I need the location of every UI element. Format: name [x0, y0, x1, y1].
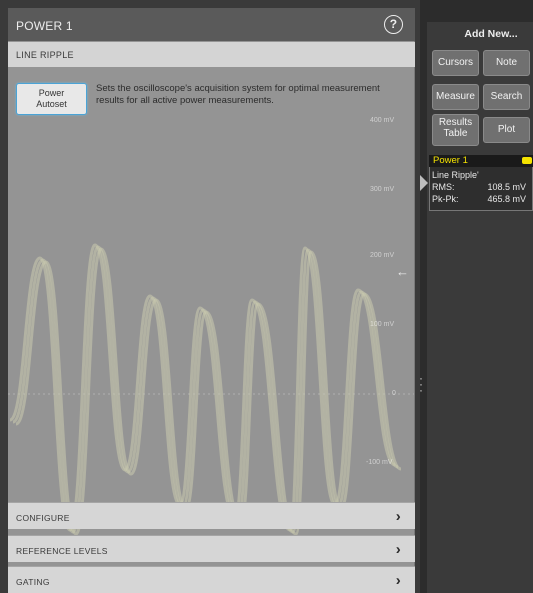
rms-label: RMS: — [432, 182, 455, 192]
chevron-right-icon: › — [395, 508, 401, 525]
rms-row: RMS: 108.5 mV — [432, 181, 532, 193]
search-button[interactable]: Search — [483, 84, 530, 110]
panel-splitter-handle[interactable]: · · · — [418, 372, 424, 396]
chevron-right-icon: › — [395, 572, 401, 589]
cursors-button[interactable]: Cursors — [432, 50, 479, 76]
gating-row[interactable]: GATING › — [8, 566, 415, 593]
power-autoset-label: Power Autoset — [36, 88, 67, 109]
reference-levels-label: REFERENCE LEVELS — [16, 546, 108, 556]
reference-levels-row[interactable]: REFERENCE LEVELS › — [8, 535, 415, 562]
badge-body: Line Ripple' RMS: 108.5 mV Pk-Pk: 465.8 … — [432, 169, 532, 205]
rms-value: 108.5 mV — [487, 182, 526, 192]
badge-pointer — [420, 175, 428, 191]
configure-label: CONFIGURE — [16, 513, 70, 523]
y-tick-label: 200 mV — [370, 252, 395, 259]
panel-title: POWER 1 — [16, 19, 73, 33]
y-tick-label: -100 mV — [366, 459, 393, 466]
plot-button[interactable]: Plot — [483, 117, 530, 143]
pkpk-value: 465.8 mV — [487, 194, 526, 204]
autoset-description: Sets the oscilloscope's acquisition syst… — [96, 83, 380, 106]
help-circle-icon[interactable]: ? — [384, 15, 403, 34]
pkpk-row: Pk-Pk: 465.8 mV — [432, 193, 532, 205]
measure-button[interactable]: Measure — [432, 84, 479, 110]
chevron-right-icon: › — [395, 541, 401, 558]
gating-label: GATING — [16, 577, 50, 587]
pkpk-label: Pk-Pk: — [432, 194, 459, 204]
power-autoset-button[interactable]: Power Autoset — [16, 83, 87, 115]
y-tick-label: 300 mV — [370, 186, 395, 193]
y-tick-label: 100 mV — [370, 321, 395, 328]
section-header-line-ripple: LINE RIPPLE — [8, 42, 415, 67]
ground-level-arrow-icon[interactable]: ← — [396, 264, 409, 279]
badge-header: Power 1 — [429, 155, 533, 167]
note-button[interactable]: Note — [483, 50, 530, 76]
results-table-label: Results Table — [438, 117, 473, 139]
y-tick-label: 400 mV — [370, 117, 395, 124]
measurement-name: Line Ripple' — [432, 170, 479, 180]
panel-header: POWER 1 ? — [8, 8, 415, 41]
configure-row[interactable]: CONFIGURE › — [8, 502, 415, 529]
results-table-button[interactable]: Results Table — [432, 114, 479, 146]
add-new-label: Add New... — [464, 28, 518, 40]
section-title: LINE RIPPLE — [16, 50, 74, 60]
y-tick-label: 0 — [392, 390, 396, 397]
badge-color-flag — [522, 157, 532, 164]
badge-title: Power 1 — [433, 155, 468, 166]
